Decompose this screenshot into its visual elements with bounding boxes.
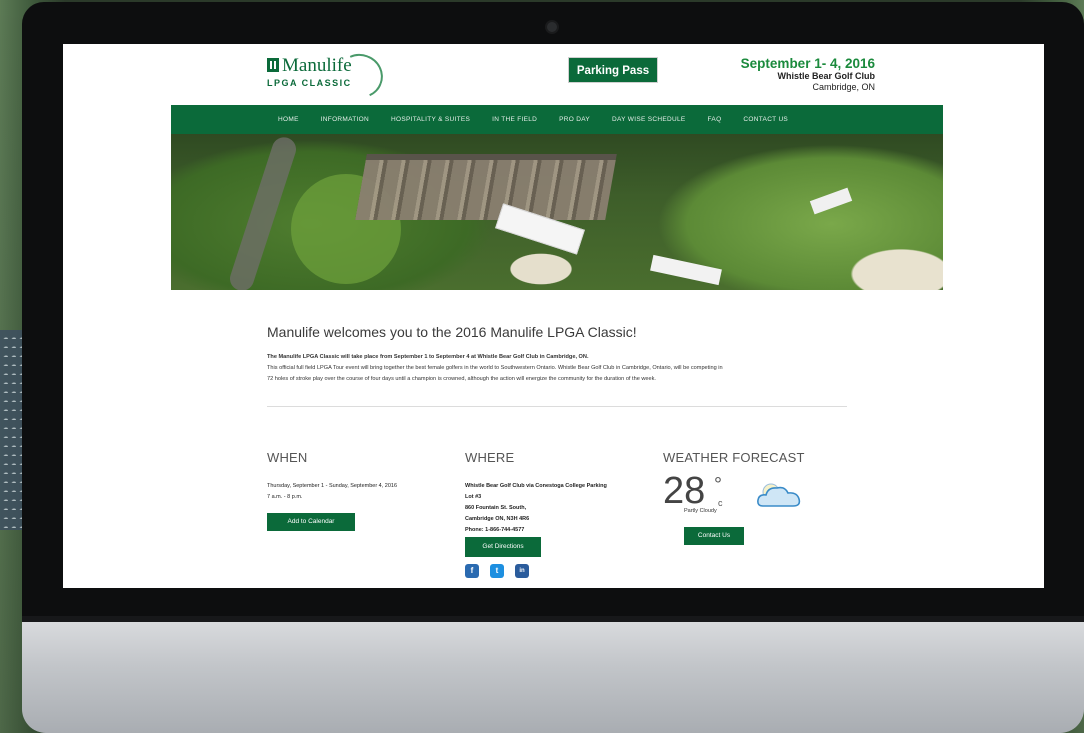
weather-section: WEATHER FORECAST 28 ° c Partly Cloudy Co… <box>663 450 848 545</box>
monitor-chin <box>22 622 1084 733</box>
where-line: Cambridge ON, N3H 4R6 <box>465 516 530 522</box>
web-page: Manulife LPGA CLASSIC Parking Pass Septe… <box>171 44 943 588</box>
section-divider <box>267 406 847 407</box>
main-nav: HOME INFORMATION HOSPITALITY & SUITES IN… <box>171 105 943 134</box>
where-line: Phone: 1-866-744-4577 <box>465 527 525 533</box>
parking-pass-button[interactable]: Parking Pass <box>568 57 658 83</box>
add-to-calendar-button[interactable]: Add to Calendar <box>267 513 355 531</box>
weather-degree: ° <box>714 474 722 496</box>
hero-aerial-image <box>171 134 943 290</box>
when-heading: WHEN <box>267 450 308 465</box>
camera-icon <box>547 22 557 32</box>
manulife-logo[interactable]: Manulife LPGA CLASSIC <box>267 47 390 105</box>
when-date: Thursday, September 1 - Sunday, Septembe… <box>267 483 398 489</box>
twitter-icon[interactable]: t <box>490 564 504 578</box>
hero-clubhouse <box>355 154 617 220</box>
hero-road <box>226 134 300 290</box>
nav-item-in-the-field[interactable]: IN THE FIELD <box>492 116 537 123</box>
welcome-line: This official full field LPGA Tour event… <box>267 365 723 371</box>
weather-condition: Partly Cloudy <box>684 508 717 514</box>
event-city: Cambridge, ON <box>812 82 875 92</box>
when-time: 7 a.m. - 8 p.m. <box>267 494 303 500</box>
when-details: Thursday, September 1 - Sunday, Septembe… <box>267 481 452 503</box>
get-directions-button[interactable]: Get Directions <box>465 537 541 557</box>
weather-unit: c <box>718 498 723 508</box>
weather-temperature: 28 <box>663 470 706 512</box>
where-line: 860 Fountain St. South, <box>465 505 527 511</box>
where-line: Lot #3 <box>465 494 482 500</box>
where-heading: WHERE <box>465 450 515 465</box>
where-details: Whistle Bear Golf Club via Conestoga Col… <box>465 481 650 536</box>
nav-item-schedule[interactable]: DAY WISE SCHEDULE <box>612 116 686 123</box>
hero-tent <box>809 187 853 215</box>
weather-heading: WEATHER FORECAST <box>663 450 805 465</box>
logo-mark-icon <box>267 58 279 72</box>
instagram-icon[interactable]: in <box>515 564 529 578</box>
welcome-body: The Manulife LPGA Classic will take plac… <box>267 352 847 385</box>
event-date: September 1- 4, 2016 <box>740 56 875 71</box>
nav-item-home[interactable]: HOME <box>278 116 299 123</box>
browser-screen: Manulife LPGA CLASSIC Parking Pass Septe… <box>63 44 1044 588</box>
nav-item-pro-day[interactable]: PRO DAY <box>559 116 590 123</box>
welcome-line: 72 holes of stroke play over the course … <box>267 376 656 382</box>
facebook-icon[interactable]: f <box>465 564 479 578</box>
contact-us-button[interactable]: Contact Us <box>684 527 744 545</box>
nav-item-contact[interactable]: CONTACT US <box>743 116 788 123</box>
nav-item-hospitality[interactable]: HOSPITALITY & SUITES <box>391 116 470 123</box>
partly-cloudy-icon <box>757 483 801 507</box>
when-section: WHEN Thursday, September 1 - Sunday, Sep… <box>267 450 452 531</box>
hero-tent <box>650 254 722 286</box>
where-section: WHERE Whistle Bear Golf Club via Conesto… <box>465 450 650 578</box>
event-venue: Whistle Bear Golf Club <box>777 71 875 81</box>
welcome-line: The Manulife LPGA Classic will take plac… <box>267 354 589 360</box>
where-line: Whistle Bear Golf Club via Conestoga Col… <box>465 483 607 489</box>
nav-item-faq[interactable]: FAQ <box>708 116 722 123</box>
social-links: f t in <box>465 564 529 578</box>
nav-item-information[interactable]: INFORMATION <box>321 116 369 123</box>
welcome-title: Manulife welcomes you to the 2016 Manuli… <box>267 324 637 340</box>
